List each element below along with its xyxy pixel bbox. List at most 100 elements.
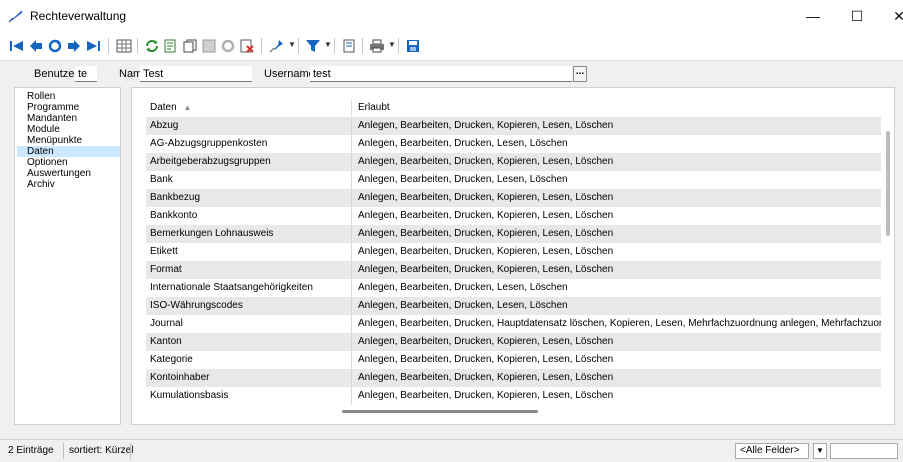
nav-item-archiv[interactable]: Archiv: [27, 179, 55, 190]
table-row[interactable]: Kontoinhaber Anlegen, Bearbeiten, Drucken…: [146, 369, 881, 387]
table-row[interactable]: AG-Abzugsgruppenkosten Anlegen, Bearbeite…: [146, 135, 881, 153]
minimize-button[interactable]: —: [790, 0, 836, 32]
undo-icon[interactable]: [219, 37, 237, 55]
nav-item-mandanten[interactable]: Mandanten: [27, 113, 77, 124]
cell-erlaubt: Anlegen, Bearbeiten, Drucken, Kopieren, …: [358, 336, 614, 347]
cell-daten: ISO-Währungscodes: [146, 297, 352, 315]
table-row[interactable]: Kategorie Anlegen, Bearbeiten, Drucken, K…: [146, 351, 881, 369]
document-icon[interactable]: [340, 37, 358, 55]
cell-erlaubt: Anlegen, Bearbeiten, Drucken, Kopieren, …: [358, 192, 614, 203]
nav-item-menuepunkte[interactable]: Menüpunkte: [27, 135, 82, 146]
close-button[interactable]: ✕: [876, 0, 903, 32]
vertical-scrollbar[interactable]: [886, 131, 890, 236]
username-field[interactable]: test: [310, 66, 572, 82]
nav-item-daten[interactable]: Daten: [17, 146, 120, 157]
username-lookup-button[interactable]: ...: [573, 66, 587, 82]
cell-daten: Abzug: [146, 117, 352, 135]
nav-item-module[interactable]: Module: [27, 124, 60, 135]
cell-daten: Kumulationsbasis: [146, 387, 352, 405]
next-record-icon[interactable]: [65, 37, 83, 55]
table-row[interactable]: ISO-Währungscodes Anlegen, Bearbeiten, Dr…: [146, 297, 881, 315]
cell-erlaubt: Anlegen, Bearbeiten, Drucken, Lesen, Lös…: [358, 300, 568, 311]
cell-daten: Bank: [146, 171, 352, 189]
table-row[interactable]: Bankkonto Anlegen, Bearbeiten, Drucken, K…: [146, 207, 881, 225]
cell-daten: Bankkonto: [146, 207, 352, 225]
cell-daten: Internationale Staatsangehörigkeiten: [146, 279, 352, 297]
column-header-daten[interactable]: Daten ▲: [146, 100, 352, 116]
table-row[interactable]: Etikett Anlegen, Bearbeiten, Drucken, Kop…: [146, 243, 881, 261]
toolbar-separator: [108, 38, 109, 54]
table-row[interactable]: Bankbezug Anlegen, Bearbeiten, Drucken, K…: [146, 189, 881, 207]
nav-item-auswertungen[interactable]: Auswertungen: [27, 168, 91, 179]
title-bar: Rechteverwaltung — ☐ ✕: [0, 0, 903, 32]
nav-item-optionen[interactable]: Optionen: [27, 157, 68, 168]
table-row[interactable]: Bemerkungen Lohnausweis Anlegen, Bearbeit…: [146, 225, 881, 243]
search-input[interactable]: [830, 443, 898, 459]
table-row[interactable]: Bank Anlegen, Bearbeiten, Drucken, Lesen,…: [146, 171, 881, 189]
filter-dropdown-arrow[interactable]: ▼: [324, 40, 332, 49]
cell-erlaubt: Anlegen, Bearbeiten, Drucken, Lesen, Lös…: [358, 174, 568, 185]
save-disk-icon[interactable]: [404, 37, 422, 55]
cell-erlaubt: Anlegen, Bearbeiten, Drucken, Kopieren, …: [358, 210, 614, 221]
cell-erlaubt: Anlegen, Bearbeiten, Drucken, Kopieren, …: [358, 390, 614, 401]
status-separator: [130, 443, 131, 459]
table-row[interactable]: Format Anlegen, Bearbeiten, Drucken, Kopi…: [146, 261, 881, 279]
cell-erlaubt: Anlegen, Bearbeiten, Drucken, Kopieren, …: [358, 228, 614, 239]
cell-daten: AG-Abzugsgruppenkosten: [146, 135, 352, 153]
table-row[interactable]: Arbeitgeberabzugsgruppen Anlegen, Bearbei…: [146, 153, 881, 171]
cell-daten: Bemerkungen Lohnausweis: [146, 225, 352, 243]
horizontal-scrollbar[interactable]: [342, 410, 538, 413]
table-view-icon[interactable]: [115, 37, 133, 55]
nav-item-programme[interactable]: Programme: [27, 102, 79, 113]
sort-status: sortiert: Kürzel: [69, 445, 134, 456]
field-filter-select[interactable]: <Alle Felder>: [735, 443, 809, 459]
permissions-grid: Daten ▲ Erlaubt Abzug Anlegen, Bearbeiten…: [131, 87, 895, 425]
benutzer-label: Benutzer: [34, 68, 79, 80]
cell-erlaubt: Anlegen, Bearbeiten, Drucken, Kopieren, …: [358, 372, 614, 383]
cell-daten: Kontoinhaber: [146, 369, 352, 387]
table-row[interactable]: Abzug Anlegen, Bearbeiten, Drucken, Kopie…: [146, 117, 881, 135]
chevron-down-icon[interactable]: ▼: [813, 443, 827, 459]
cell-erlaubt: Anlegen, Bearbeiten, Drucken, Kopieren, …: [358, 246, 614, 257]
cell-erlaubt: Anlegen, Bearbeiten, Drucken, Kopieren, …: [358, 354, 614, 365]
export-icon[interactable]: [162, 37, 180, 55]
toolbar-separator: [298, 38, 299, 54]
benutzer-field[interactable]: te: [75, 66, 97, 82]
print-dropdown-arrow[interactable]: ▼: [388, 40, 396, 49]
copy-icon[interactable]: [181, 37, 199, 55]
status-bar: 2 Einträge sortiert: Kürzel <Alle Felder…: [0, 439, 903, 462]
table-row[interactable]: Internationale Staatsangehörigkeiten Anle…: [146, 279, 881, 297]
cell-daten: Kanton: [146, 333, 352, 351]
cell-daten: Journal: [146, 315, 352, 333]
maximize-button[interactable]: ☐: [834, 0, 880, 32]
last-record-icon[interactable]: [84, 37, 102, 55]
first-record-icon[interactable]: [8, 37, 26, 55]
cell-erlaubt: Anlegen, Bearbeiten, Drucken, Kopieren, …: [358, 120, 614, 131]
nav-item-rollen[interactable]: Rollen: [27, 91, 55, 102]
cell-erlaubt: Anlegen, Bearbeiten, Drucken, Kopieren, …: [358, 156, 614, 167]
cell-daten: Bankbezug: [146, 189, 352, 207]
pin-icon[interactable]: [268, 37, 286, 55]
record-count: 2 Einträge: [8, 445, 54, 456]
pin-dropdown-arrow[interactable]: ▼: [288, 40, 296, 49]
column-header-erlaubt[interactable]: Erlaubt: [352, 100, 881, 116]
cell-erlaubt: Anlegen, Bearbeiten, Drucken, Hauptdaten…: [358, 318, 881, 329]
reload-icon[interactable]: [143, 37, 161, 55]
table-row[interactable]: Kumulationsbasis Anlegen, Bearbeiten, Dru…: [146, 387, 881, 405]
refresh-icon[interactable]: [46, 37, 64, 55]
sort-ascending-icon: ▲: [183, 103, 192, 112]
app-feather-icon: [8, 10, 23, 23]
delete-icon[interactable]: [238, 37, 256, 55]
prev-record-icon[interactable]: [27, 37, 45, 55]
cell-daten: Arbeitgeberabzugsgruppen: [146, 153, 352, 171]
name-field[interactable]: Test: [140, 66, 252, 82]
window-title: Rechteverwaltung: [30, 9, 127, 23]
category-list: Rollen Programme Mandanten Module Menüpu…: [14, 87, 121, 425]
table-row[interactable]: Kanton Anlegen, Bearbeiten, Drucken, Kopi…: [146, 333, 881, 351]
cell-erlaubt: Anlegen, Bearbeiten, Drucken, Kopieren, …: [358, 264, 614, 275]
print-icon[interactable]: [368, 37, 386, 55]
cell-daten: Format: [146, 261, 352, 279]
filter-icon[interactable]: [304, 37, 322, 55]
table-row[interactable]: Journal Anlegen, Bearbeiten, Drucken, Hau…: [146, 315, 881, 333]
save-icon[interactable]: [200, 37, 218, 55]
